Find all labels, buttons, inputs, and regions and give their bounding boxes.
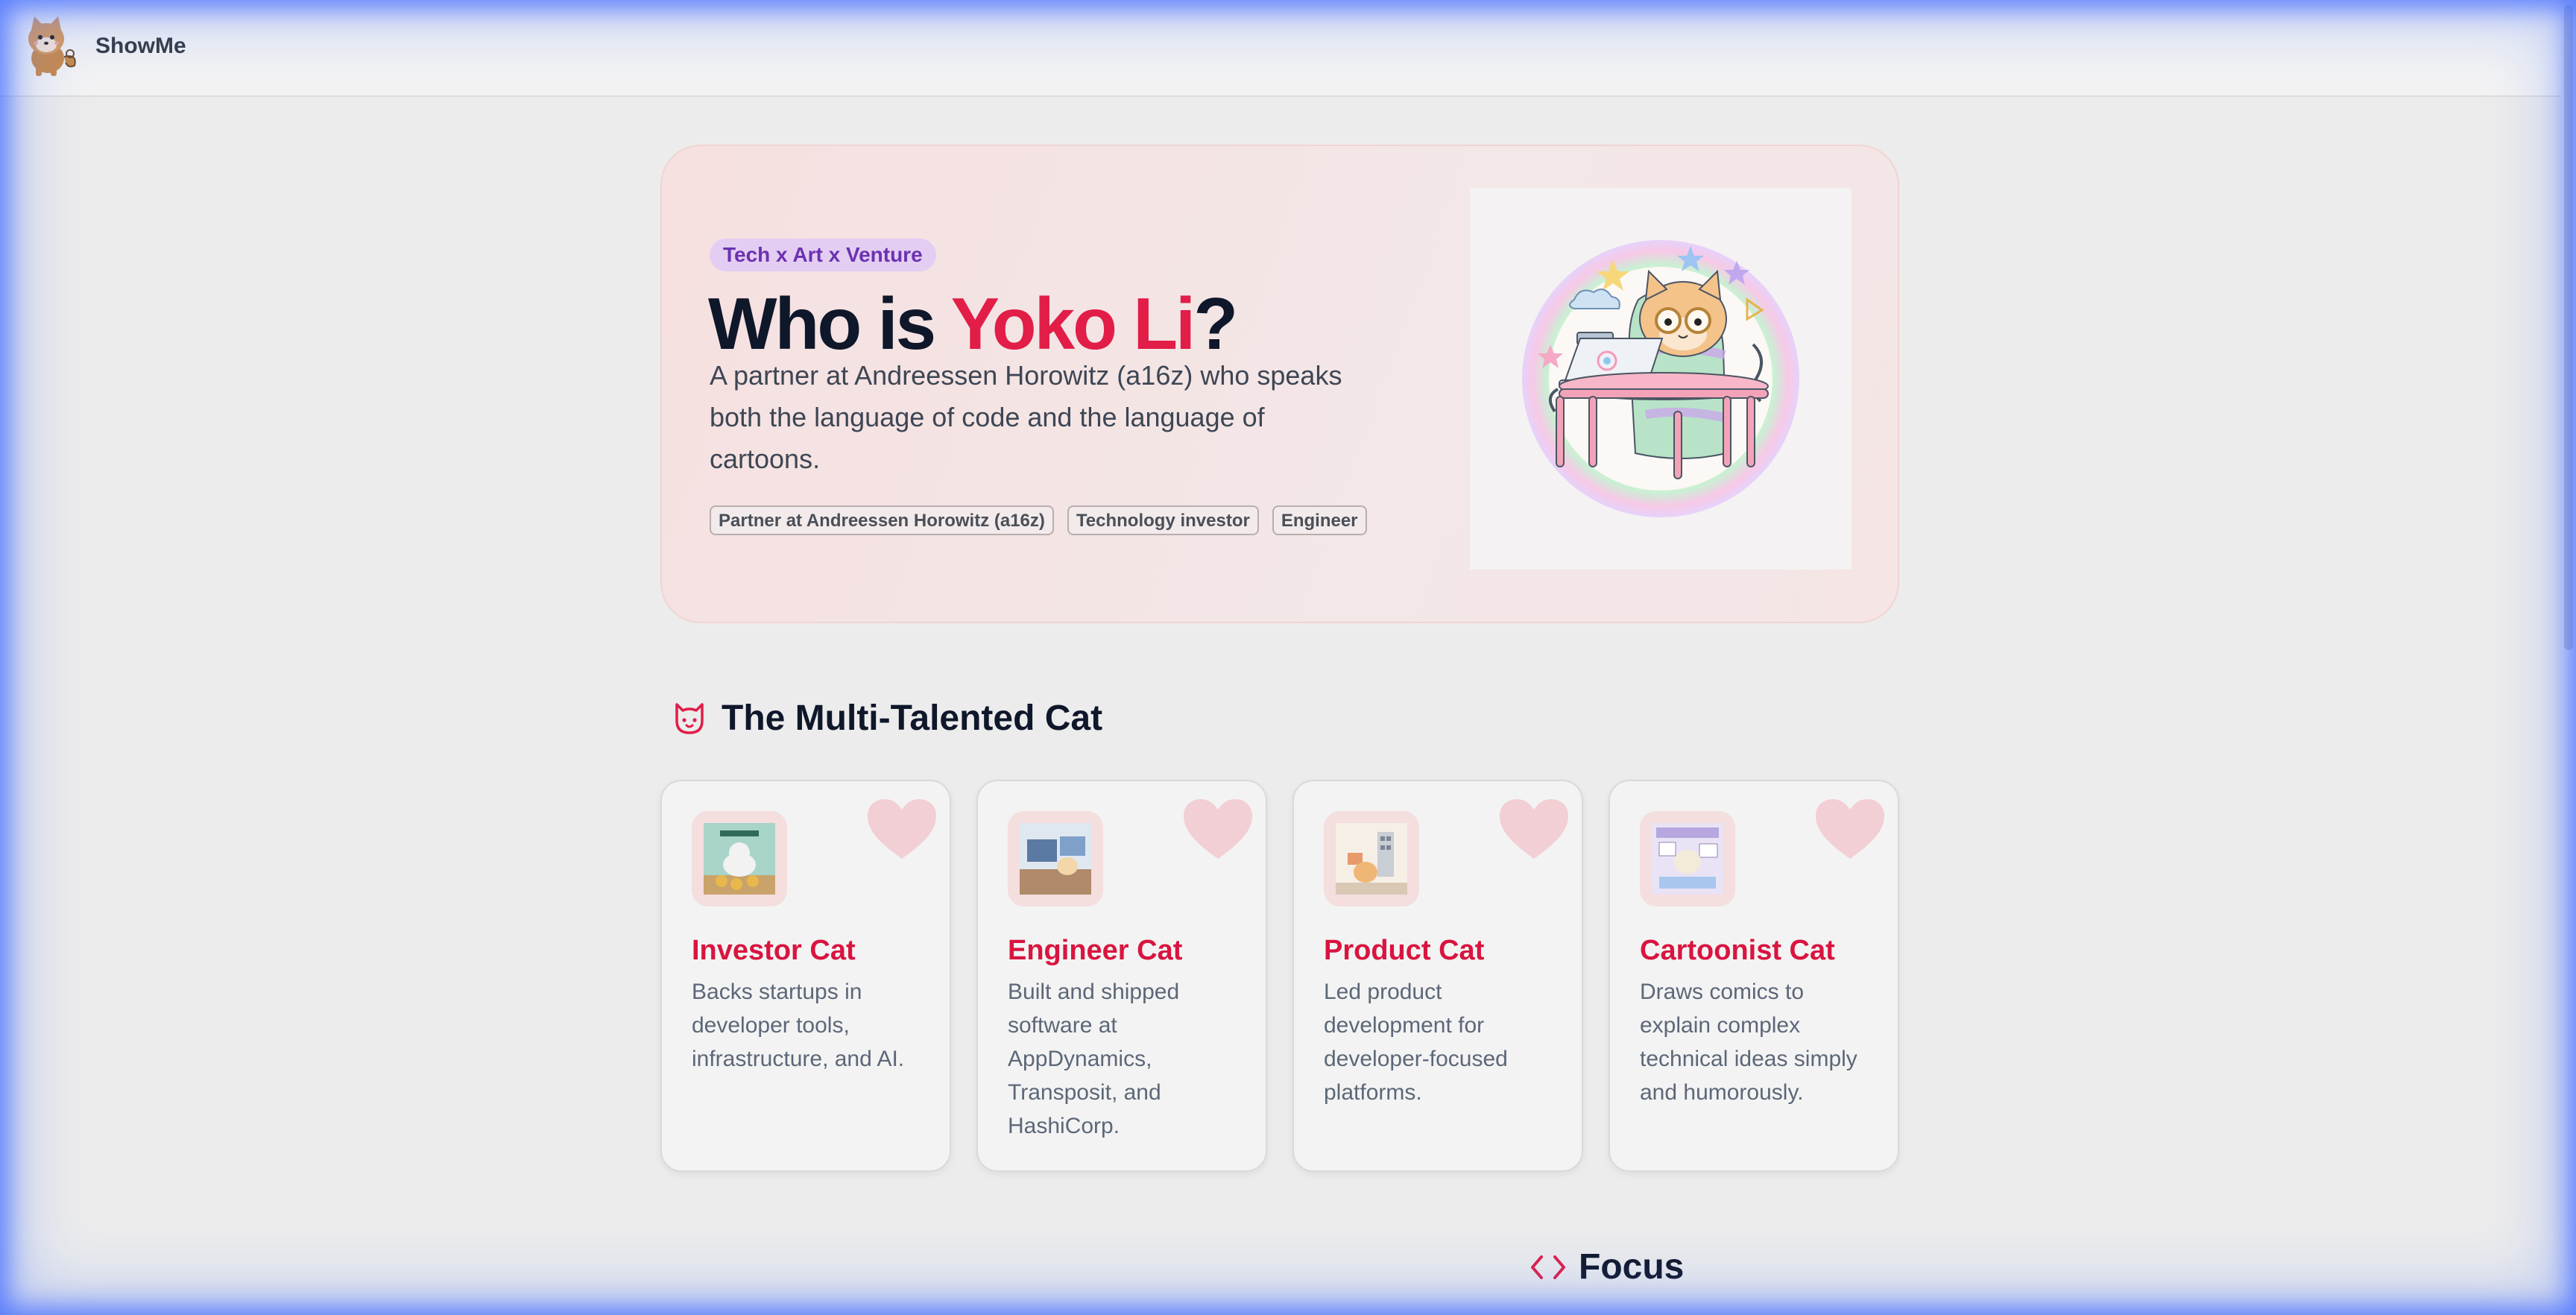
top-nav-bar: ShowMe: [0, 0, 2561, 97]
card-title: Investor Cat: [692, 935, 856, 966]
card-description: Led product development for developer-fo…: [1324, 980, 1508, 1105]
scrollbar[interactable]: [2561, 0, 2576, 1315]
heart-icon: [1500, 799, 1568, 859]
cartoonist-cat-card[interactable]: Cartoonist Cat Draws comics to explain c…: [1609, 780, 1899, 1172]
focus-section-header: Focus: [1530, 1246, 1684, 1287]
investor-cat-image: [704, 823, 775, 895]
engineer-cat-image: [1020, 823, 1091, 895]
scrollbar-thumb[interactable]: [2564, 4, 2573, 650]
product-cat-card[interactable]: Product Cat Led product development for …: [1292, 780, 1583, 1172]
tagline-badge: Tech x Art x Venture: [710, 239, 936, 271]
card-description: Built and shipped software at AppDynamic…: [1008, 980, 1180, 1138]
engineer-cat-thumbnail: [1008, 811, 1103, 906]
heart-icon: [1184, 799, 1252, 859]
heart-icon: [1816, 799, 1884, 859]
focus-title: Focus: [1579, 1247, 1685, 1287]
cat-at-laptop-illustration: [1522, 240, 1799, 517]
card-title: Product Cat: [1324, 935, 1485, 966]
app-name: ShowMe: [95, 34, 186, 58]
card-description: Backs startups in developer tools, infra…: [692, 980, 905, 1071]
card-title: Cartoonist Cat: [1640, 935, 1835, 966]
heart-icon: [868, 799, 936, 859]
brand-link[interactable]: ShowMe: [21, 13, 186, 79]
name-highlight: Yoko Li: [950, 283, 1196, 365]
shiba-logo-icon: [28, 16, 76, 76]
role-chip: Partner at Andreessen Horowitz (a16z): [710, 505, 1054, 535]
cat-cards: Investor Cat Backs startups in developer…: [660, 780, 1899, 1172]
product-cat-thumbnail: [1324, 811, 1419, 906]
role-chip: Engineer: [1272, 505, 1367, 535]
product-cat-image: [1336, 823, 1407, 895]
section-title: The Multi-Talented Cat: [722, 699, 1103, 738]
card-title: Engineer Cat: [1008, 935, 1183, 966]
engineer-cat-card[interactable]: Engineer Cat Built and shipped software …: [976, 780, 1267, 1172]
code-brackets-icon: [1531, 1255, 1565, 1279]
hero-card: Tech x Art x Venture Who is Yoko Li? A p…: [660, 145, 1899, 623]
role-chip: Technology investor: [1067, 505, 1259, 535]
cat-face-icon: [675, 702, 704, 734]
hero-illustration: [1470, 188, 1852, 570]
section-header: The Multi-Talented Cat: [672, 698, 1102, 739]
hero-description: A partner at Andreessen Horowitz (a16z) …: [710, 360, 1342, 474]
investor-cat-thumbnail: [692, 811, 787, 906]
cartoonist-cat-thumbnail: [1640, 811, 1735, 906]
card-description: Draws comics to explain complex technica…: [1640, 980, 1857, 1105]
cartoonist-cat-image: [1652, 823, 1723, 895]
role-chips: Partner at Andreessen Horowitz (a16z) Te…: [710, 505, 1367, 535]
investor-cat-card[interactable]: Investor Cat Backs startups in developer…: [660, 780, 951, 1172]
